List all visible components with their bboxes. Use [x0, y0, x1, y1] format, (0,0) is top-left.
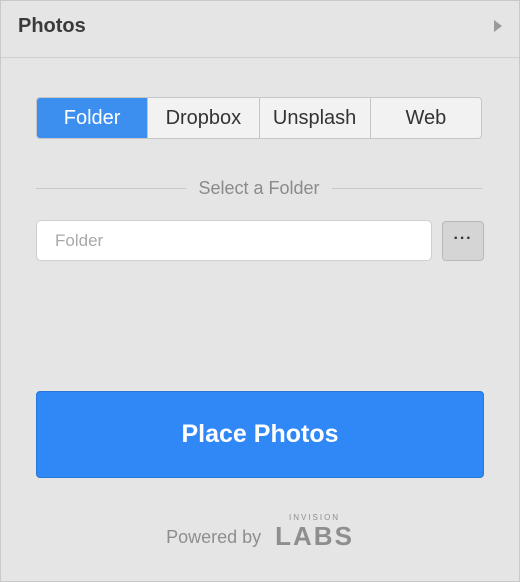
tab-folder[interactable]: Folder: [37, 98, 148, 138]
tab-unsplash[interactable]: Unsplash: [258, 98, 370, 138]
caret-right-icon[interactable]: [493, 19, 503, 33]
tab-web[interactable]: Web: [369, 98, 481, 138]
panel-title: Photos: [18, 14, 86, 37]
section-divider: Select a Folder: [36, 176, 482, 200]
powered-by-text: Powered by: [166, 526, 262, 547]
divider-line-right: [331, 187, 482, 189]
ellipsis-icon: ···: [453, 230, 473, 247]
place-photos-button[interactable]: Place Photos: [36, 391, 484, 478]
photos-panel: Photos Folder Dropbox Unsplash Web Selec…: [0, 0, 520, 582]
brand-main-text: LABS: [275, 521, 354, 551]
section-label: Select a Folder: [198, 177, 320, 198]
tab-dropbox[interactable]: Dropbox: [147, 98, 258, 138]
panel-header[interactable]: Photos: [1, 1, 519, 58]
powered-by-footer: Powered by INVISION LABS: [1, 511, 519, 551]
browse-folder-button[interactable]: ···: [442, 221, 484, 261]
divider-line-left: [36, 187, 187, 189]
invision-labs-logo: INVISION LABS: [275, 513, 354, 549]
folder-input[interactable]: [36, 220, 432, 261]
source-tabs: Folder Dropbox Unsplash Web: [36, 97, 482, 139]
